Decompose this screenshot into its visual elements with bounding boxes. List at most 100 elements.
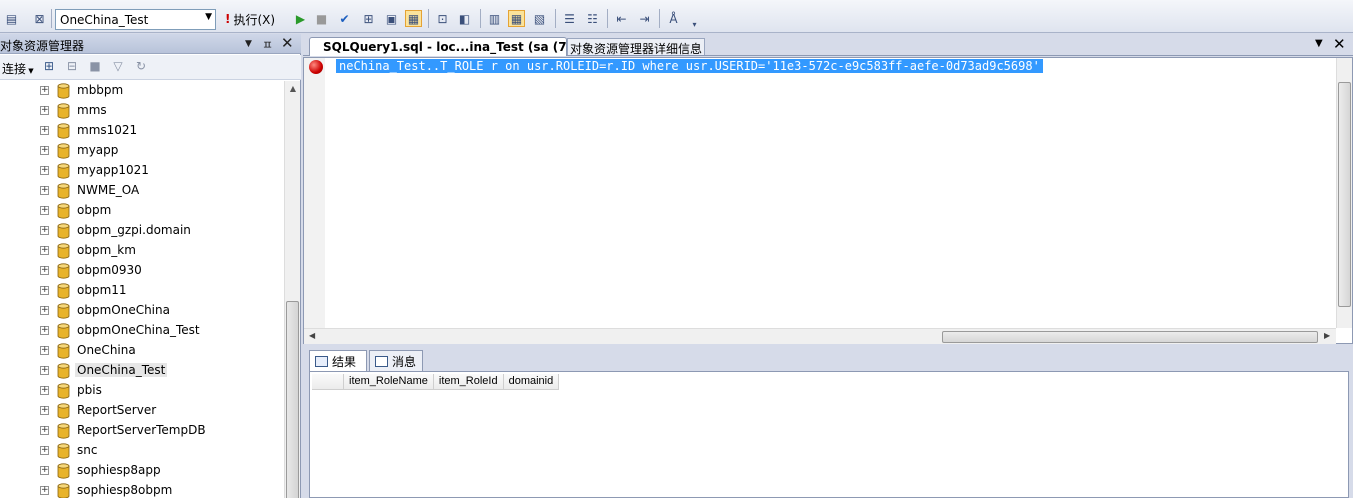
expand-plus-icon[interactable]: + xyxy=(40,326,49,335)
tab-sqlquery1[interactable]: SQLQuery1.sql - loc...ina_Test (sa (71))… xyxy=(309,37,592,56)
expand-plus-icon[interactable]: + xyxy=(40,466,49,475)
editor-horizontal-scrollbar[interactable]: ◀ ▶ xyxy=(304,328,1336,344)
tree-item-database[interactable]: + OneChina xyxy=(0,341,284,361)
scroll-left-icon[interactable]: ◀ xyxy=(309,331,315,340)
expand-plus-icon[interactable]: + xyxy=(40,286,49,295)
cancel-query-icon[interactable]: ■ xyxy=(313,10,330,27)
new-query-icon[interactable]: ▤ xyxy=(3,10,20,27)
tree-item-database[interactable]: + pbis xyxy=(0,381,284,401)
scroll-right-icon[interactable]: ▶ xyxy=(1324,331,1330,340)
refresh-icon[interactable]: ↻ xyxy=(133,59,149,75)
client-statistics-icon[interactable]: ◧ xyxy=(456,10,473,27)
expand-plus-icon[interactable]: + xyxy=(40,306,49,315)
results-to-text-icon[interactable]: ▥ xyxy=(486,10,503,27)
tree-item-database[interactable]: + myapp xyxy=(0,141,284,161)
available-databases-select[interactable]: OneChina_Test ▼ xyxy=(55,9,216,30)
scrollbar-thumb[interactable] xyxy=(942,331,1318,343)
tree-item-database[interactable]: + obpm_gzpi.domain xyxy=(0,221,284,241)
database-icon xyxy=(57,203,70,219)
tab-results[interactable]: 结果 xyxy=(309,350,367,371)
comment-out-icon[interactable]: ☰ xyxy=(561,10,578,27)
column-header[interactable]: item_RoleId xyxy=(433,374,504,390)
results-to-grid-icon[interactable]: ▦ xyxy=(405,10,422,27)
results-grid[interactable]: item_RoleName item_RoleId domainid xyxy=(309,371,1349,498)
tree-item-label: obpm11 xyxy=(77,283,127,297)
expand-plus-icon[interactable]: + xyxy=(40,166,49,175)
connect-dropdown[interactable]: 连接 ▼ xyxy=(2,60,34,77)
expand-plus-icon[interactable]: + xyxy=(40,366,49,375)
expand-plus-icon[interactable]: + xyxy=(40,406,49,415)
tab-object-explorer-details[interactable]: 对象资源管理器详细信息 xyxy=(567,38,705,56)
grid-corner-cell[interactable] xyxy=(312,374,344,390)
tree-item-database[interactable]: + OneChina_Test xyxy=(0,361,284,381)
toolbar-overflow-icon[interactable]: ▾ xyxy=(686,16,703,33)
object-explorer-scrollbar[interactable]: ▲ xyxy=(284,81,300,498)
tree-item-database[interactable]: + obpm xyxy=(0,201,284,221)
debug-play-icon[interactable]: ▶ xyxy=(292,10,309,27)
execute-button[interactable]: ! 执行(X) xyxy=(225,10,275,28)
stop-icon[interactable]: ■ xyxy=(87,59,103,75)
results-grid-icon[interactable]: ▦ xyxy=(508,10,525,27)
expand-plus-icon[interactable]: + xyxy=(40,486,49,495)
connect-object-explorer-icon[interactable]: ⊞ xyxy=(41,59,57,75)
expand-plus-icon[interactable]: + xyxy=(40,186,49,195)
tree-item-database[interactable]: + mbbpm xyxy=(0,81,284,101)
breakpoint-icon[interactable] xyxy=(309,60,323,74)
expand-plus-icon[interactable]: + xyxy=(40,106,49,115)
expand-plus-icon[interactable]: + xyxy=(40,266,49,275)
filter-icon[interactable]: ▽ xyxy=(110,59,126,75)
active-files-dropdown-icon[interactable]: ▼ xyxy=(1315,38,1323,49)
tree-item-database[interactable]: + NWME_OA xyxy=(0,181,284,201)
change-connection-icon[interactable]: ⊠ xyxy=(31,10,48,27)
tree-item-database[interactable]: + obpm11 xyxy=(0,281,284,301)
tree-item-database[interactable]: + ReportServer xyxy=(0,401,284,421)
expand-plus-icon[interactable]: + xyxy=(40,86,49,95)
results-to-file-icon[interactable]: ▧ xyxy=(531,10,548,27)
sql-text-selected[interactable]: neChina_Test..T_ROLE r on usr.ROLEID=r.I… xyxy=(336,59,1043,73)
decrease-indent-icon[interactable]: ⇤ xyxy=(613,10,630,27)
close-icon[interactable]: ✕ xyxy=(281,34,294,52)
increase-indent-icon[interactable]: ⇥ xyxy=(636,10,653,27)
tree-item-database[interactable]: + ReportServerTempDB xyxy=(0,421,284,441)
auto-hide-pin-icon[interactable]: ㅍ xyxy=(262,36,273,53)
tree-item-database[interactable]: + mms1021 xyxy=(0,121,284,141)
specify-template-values-icon[interactable]: Å xyxy=(665,10,682,27)
window-position-icon[interactable]: ▼ xyxy=(245,39,252,49)
breakpoint-margin[interactable] xyxy=(304,58,325,328)
expand-plus-icon[interactable]: + xyxy=(40,446,49,455)
tree-item-database[interactable]: + myapp1021 xyxy=(0,161,284,181)
column-header[interactable]: item_RoleName xyxy=(344,374,434,390)
tree-item-database[interactable]: + obpmOneChina xyxy=(0,301,284,321)
expand-plus-icon[interactable]: + xyxy=(40,146,49,155)
query-editor[interactable]: neChina_Test..T_ROLE r on usr.ROLEID=r.I… xyxy=(303,57,1353,344)
tree-item-label: sophiesp8app xyxy=(77,463,161,477)
editor-vertical-scrollbar[interactable] xyxy=(1336,58,1352,328)
expand-plus-icon[interactable]: + xyxy=(40,206,49,215)
expand-plus-icon[interactable]: + xyxy=(40,226,49,235)
tree-item-database[interactable]: + mms xyxy=(0,101,284,121)
tree-item-database[interactable]: + sophiesp8obpm xyxy=(0,481,284,498)
tree-item-database[interactable]: + obpmOneChina_Test xyxy=(0,321,284,341)
tree-item-database[interactable]: + obpm_km xyxy=(0,241,284,261)
parse-check-icon[interactable]: ✔ xyxy=(336,10,353,27)
disconnect-icon[interactable]: ⊟ xyxy=(64,59,80,75)
tab-messages[interactable]: 消息 xyxy=(369,350,423,371)
tree-item-database[interactable]: + sophiesp8app xyxy=(0,461,284,481)
expand-plus-icon[interactable]: + xyxy=(40,126,49,135)
scrollbar-thumb[interactable] xyxy=(1338,82,1351,307)
expand-plus-icon[interactable]: + xyxy=(40,346,49,355)
database-icon xyxy=(57,363,70,379)
tree-item-database[interactable]: + snc xyxy=(0,441,284,461)
tree-item-database[interactable]: + obpm0930 xyxy=(0,261,284,281)
scroll-up-icon[interactable]: ▲ xyxy=(285,81,301,97)
column-header[interactable]: domainid xyxy=(503,374,560,390)
query-options-icon[interactable]: ▣ xyxy=(383,10,400,27)
expand-plus-icon[interactable]: + xyxy=(40,426,49,435)
expand-plus-icon[interactable]: + xyxy=(40,246,49,255)
display-plan-icon[interactable]: ⊞ xyxy=(360,10,377,27)
uncomment-icon[interactable]: ☷ xyxy=(584,10,601,27)
include-plan-icon[interactable]: ⊡ xyxy=(434,10,451,27)
close-icon[interactable]: ✕ xyxy=(1333,35,1346,53)
expand-plus-icon[interactable]: + xyxy=(40,386,49,395)
scrollbar-thumb[interactable] xyxy=(286,301,299,498)
